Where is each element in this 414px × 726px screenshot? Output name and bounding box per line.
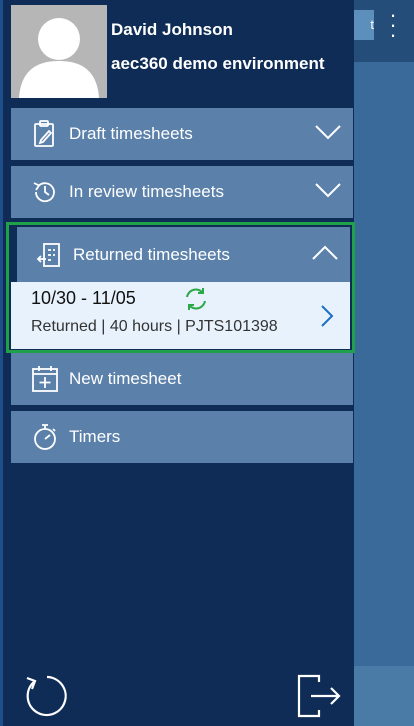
environment-name: aec360 demo environment bbox=[111, 54, 325, 73]
background-topbar: t · · · bbox=[350, 0, 414, 62]
more-options-icon[interactable]: · · · bbox=[386, 4, 400, 46]
chevron-down-icon bbox=[315, 183, 341, 198]
refresh-icon[interactable] bbox=[21, 672, 69, 720]
sync-icon bbox=[186, 288, 206, 310]
returned-doc-icon bbox=[29, 235, 69, 275]
menu-item-label: Timers bbox=[69, 427, 121, 446]
menu-item-label: Returned timesheets bbox=[73, 244, 230, 264]
menu-item-new-timesheet[interactable]: New timesheet bbox=[11, 353, 353, 405]
menu-item-timers[interactable]: Timers bbox=[11, 411, 353, 463]
sign-out-icon[interactable] bbox=[295, 674, 343, 718]
person-icon bbox=[19, 18, 99, 98]
navigation-drawer: David Johnson aec360 demo environment Dr… bbox=[0, 0, 355, 726]
background-button[interactable]: t bbox=[354, 10, 374, 40]
avatar bbox=[11, 5, 107, 98]
background-bottombar bbox=[350, 666, 414, 726]
menu-item-draft-timesheets[interactable]: Draft timesheets bbox=[11, 108, 353, 160]
chevron-right-icon[interactable] bbox=[318, 304, 336, 328]
background-app: t · · · bbox=[350, 0, 414, 726]
timesheet-dates: 10/30 - 11/05 bbox=[31, 288, 136, 308]
menu-item-label: Draft timesheets bbox=[69, 124, 193, 143]
menu-item-label: New timesheet bbox=[69, 369, 182, 388]
clipboard-edit-icon bbox=[25, 114, 65, 154]
chevron-up-icon bbox=[312, 245, 338, 260]
menu-item-returned-timesheets[interactable]: Returned timesheets bbox=[11, 227, 350, 282]
menu-item-in-review-timesheets[interactable]: In review timesheets bbox=[11, 166, 353, 218]
stopwatch-icon bbox=[25, 417, 65, 457]
returned-timesheet-card[interactable]: 10/30 - 11/05 Returned | 40 hours | PJTS… bbox=[11, 282, 350, 349]
user-name: David Johnson bbox=[111, 20, 233, 39]
calendar-add-icon bbox=[25, 359, 65, 399]
returned-section: Returned timesheets 10/30 - 11/05 Return… bbox=[6, 222, 355, 353]
timesheet-meta: Returned | 40 hours | PJTS101398 bbox=[31, 318, 278, 335]
menu-item-label: In review timesheets bbox=[69, 182, 224, 201]
history-icon bbox=[25, 172, 65, 212]
chevron-down-icon bbox=[315, 125, 341, 140]
